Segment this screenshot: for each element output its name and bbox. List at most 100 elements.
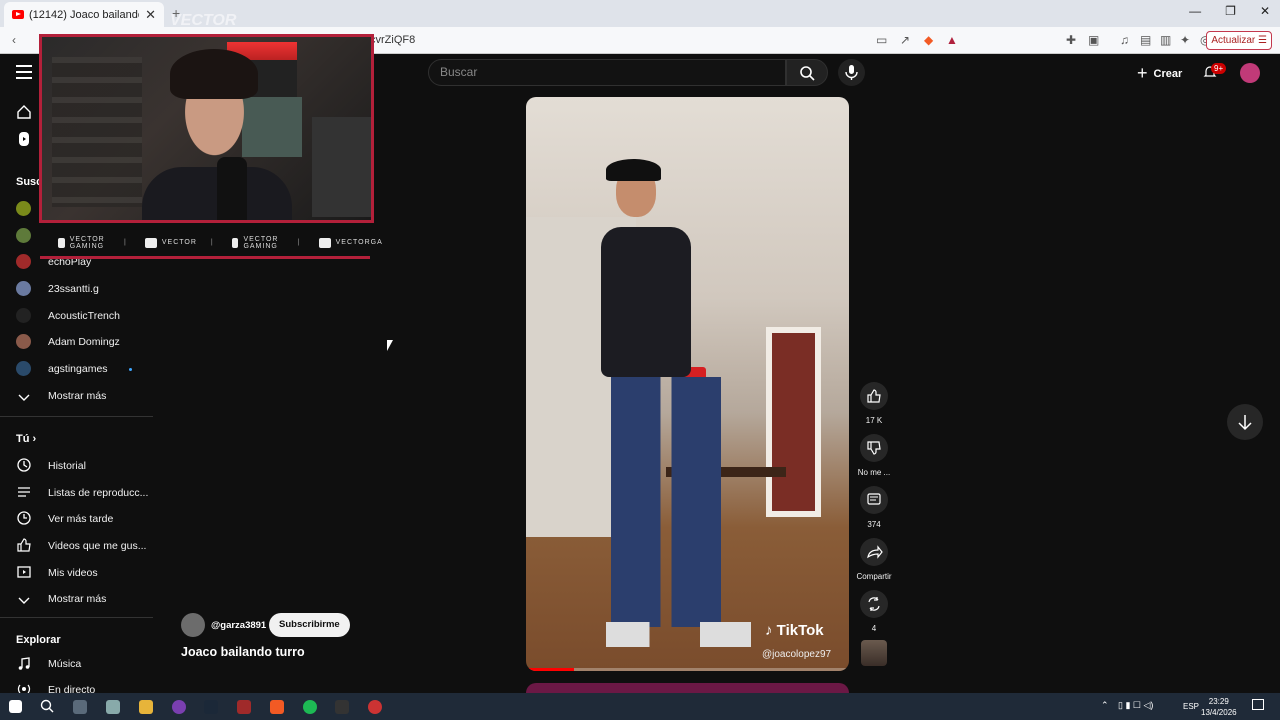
file-explorer-icon[interactable] [139, 700, 153, 714]
channel-avatar[interactable] [181, 613, 205, 637]
channel-name[interactable]: @garza3891 [211, 620, 266, 631]
update-button[interactable]: Actualizar ☰ [1206, 31, 1272, 50]
sidebar-item-liked[interactable]: Videos que me gus... [48, 540, 146, 552]
like-button[interactable] [860, 382, 888, 410]
comments-button[interactable] [860, 486, 888, 514]
search-icon [800, 66, 815, 81]
obs-icon[interactable] [368, 700, 382, 714]
language-indicator[interactable]: ESP [1183, 702, 1199, 711]
close-window-icon[interactable]: ✕ [1260, 4, 1270, 18]
voice-search-button[interactable] [838, 59, 865, 86]
home-icon[interactable] [16, 104, 32, 120]
mouse-cursor [387, 340, 393, 351]
tray-chevron-icon[interactable]: ⌃ [1101, 700, 1109, 711]
clock[interactable]: 23:29 13/4/2026 [1201, 696, 1237, 718]
video-progress-bar[interactable] [526, 668, 849, 671]
start-icon[interactable] [9, 700, 22, 713]
channel-avatar[interactable] [16, 308, 31, 323]
share-icon[interactable]: ↗ [900, 33, 910, 47]
close-tab-icon[interactable]: ✕ [145, 7, 156, 23]
brave-shield-icon[interactable]: ◆ [924, 33, 933, 47]
thumbs-up-icon [867, 389, 881, 403]
youtube-icon [12, 10, 24, 19]
sidebar-item-playlists[interactable]: Listas de reproducc... [48, 487, 148, 499]
webcam-overlay [39, 34, 374, 223]
like-count: 17 K [865, 416, 883, 425]
show-more-you[interactable]: Mostrar más [48, 593, 106, 605]
search-button[interactable] [786, 59, 828, 86]
shorts-icon[interactable] [16, 131, 32, 147]
account-avatar[interactable] [1240, 63, 1260, 83]
cast-icon[interactable]: ▭ [876, 33, 887, 47]
ai-icon[interactable]: ✦ [1180, 33, 1190, 47]
app-icon[interactable] [335, 700, 349, 714]
tray-icons[interactable]: ▯ ▮ ☐ ◁) [1118, 700, 1153, 711]
spotify-icon[interactable] [303, 700, 317, 714]
sidebar-item-history[interactable]: Historial [48, 460, 86, 472]
subscribe-button[interactable]: Subscribirme [269, 613, 350, 637]
twitter-icon [231, 237, 239, 248]
taskbar [0, 693, 1280, 720]
clock-date: 13/4/2026 [1201, 708, 1237, 717]
social-label: VECTOR [161, 239, 197, 246]
remix-button[interactable] [860, 590, 888, 618]
chevron-down-icon[interactable] [16, 592, 32, 608]
sidebar-channel[interactable]: agstingames [48, 363, 108, 375]
sidebar-channel[interactable]: Adam Domingz [48, 336, 120, 348]
channel-avatar[interactable] [16, 361, 31, 376]
brave-icon[interactable] [270, 700, 284, 714]
app-icon[interactable] [237, 700, 251, 714]
channel-avatar[interactable] [16, 228, 31, 243]
video-progress-fill [526, 668, 575, 671]
channel-avatar[interactable] [16, 281, 31, 296]
audio-thumbnail[interactable] [861, 640, 887, 666]
short-video-player[interactable]: ♪ TikTok @joacolopez97 [526, 97, 849, 671]
channel-avatar[interactable] [16, 334, 31, 349]
sidebar-divider [0, 416, 153, 417]
social-label: VECTOR GAMING [243, 235, 279, 250]
minimize-icon[interactable]: — [1189, 4, 1201, 18]
browser-tab[interactable]: (12142) Joaco bailando turro ✕ [4, 2, 164, 27]
comment-count: 374 [867, 520, 881, 529]
thumbs-up-icon [17, 538, 31, 552]
sidebar-item-my-videos[interactable]: Mis videos [48, 567, 98, 579]
menu-icon[interactable] [16, 65, 32, 83]
sidebar-channel[interactable]: AcousticTrench [48, 310, 120, 322]
you-heading-label: Tú [16, 433, 30, 445]
twitter-social: VECTOR GAMING [231, 235, 284, 250]
channel-avatar[interactable] [16, 254, 31, 269]
music-icon[interactable]: ♫ [1120, 33, 1129, 47]
tiktok-brand: TikTok [776, 622, 824, 639]
maximize-icon[interactable]: ❐ [1225, 4, 1236, 18]
instagram-icon [318, 237, 331, 248]
playlist-icon [18, 487, 30, 497]
window-controls: — ❐ ✕ [1189, 4, 1270, 18]
youtube-social: VECTOR GAMING [58, 236, 110, 250]
reading-list-icon[interactable]: ▤ [1140, 33, 1151, 47]
notification-badge: 9+ [1211, 63, 1227, 74]
search-input[interactable]: Buscar [428, 59, 786, 86]
create-button[interactable]: + Crear [1137, 63, 1182, 84]
wallet-icon[interactable]: ▣ [1088, 33, 1099, 47]
next-short-button[interactable] [1227, 404, 1263, 440]
brave-rewards-icon[interactable]: ▲ [946, 33, 958, 47]
search-icon[interactable] [40, 699, 55, 714]
back-icon[interactable]: ‹ [12, 33, 16, 47]
sidebar-item-music[interactable]: Música [48, 658, 81, 670]
app-icon[interactable] [172, 700, 186, 714]
task-view-icon[interactable] [73, 700, 87, 714]
you-heading[interactable]: Tú › [16, 433, 36, 445]
share-button[interactable] [860, 538, 888, 566]
show-more-channels[interactable]: Mostrar más [48, 390, 106, 402]
sidebar-channel[interactable]: 23ssantti.g [48, 283, 99, 295]
next-short-preview[interactable] [526, 683, 849, 693]
chevron-down-icon[interactable] [16, 389, 32, 405]
app-icon[interactable] [106, 700, 120, 714]
dislike-button[interactable] [860, 434, 888, 462]
steam-icon[interactable] [204, 700, 218, 714]
notifications-icon[interactable] [1252, 699, 1264, 710]
extensions-icon[interactable]: ✚ [1066, 33, 1076, 47]
channel-avatar[interactable] [16, 201, 31, 216]
sidebar-icon[interactable]: ▥ [1160, 33, 1171, 47]
sidebar-item-watch-later[interactable]: Ver más tarde [48, 513, 113, 525]
